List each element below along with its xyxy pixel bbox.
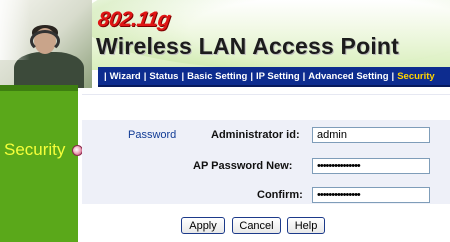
nav-separator: | bbox=[391, 70, 395, 82]
nav-item-ip-setting[interactable]: IP Setting bbox=[256, 71, 300, 82]
nav-item-advanced-setting[interactable]: Advanced Setting bbox=[308, 71, 388, 82]
sidebar-top-edge bbox=[0, 85, 78, 91]
confirm-password-input[interactable] bbox=[312, 187, 430, 203]
header-photo bbox=[0, 0, 92, 88]
nav-item-status[interactable]: Status bbox=[149, 71, 178, 82]
help-button[interactable]: Help bbox=[287, 217, 325, 234]
nav-separator: | bbox=[302, 70, 306, 82]
nav-item-basic-setting[interactable]: Basic Setting bbox=[187, 71, 247, 82]
apply-button[interactable]: Apply bbox=[181, 217, 225, 234]
new-password-input[interactable] bbox=[312, 158, 430, 174]
nav-separator: | bbox=[143, 70, 147, 82]
photo-headset bbox=[30, 30, 60, 52]
top-nav: | Wizard | Status | Basic Setting | IP S… bbox=[98, 67, 450, 87]
nav-separator: | bbox=[104, 70, 107, 82]
model-logo: 802.11g bbox=[96, 8, 172, 31]
admin-id-label: Administrator id: bbox=[211, 129, 300, 141]
confirm-password-label: Confirm: bbox=[257, 189, 303, 201]
sidebar bbox=[0, 85, 78, 242]
section-title: Security bbox=[4, 140, 66, 159]
cancel-button[interactable]: Cancel bbox=[232, 217, 281, 234]
photo-fade bbox=[0, 0, 30, 60]
nav-item-security[interactable]: Security bbox=[397, 71, 435, 82]
product-title: Wireless LAN Access Point bbox=[96, 33, 400, 59]
nav-item-wizard[interactable]: Wizard bbox=[110, 71, 141, 82]
panel-divider bbox=[82, 94, 450, 95]
nav-separator: | bbox=[181, 70, 185, 82]
admin-id-input[interactable] bbox=[312, 127, 430, 143]
nav-separator: | bbox=[250, 70, 253, 82]
password-tab-label: Password bbox=[128, 129, 177, 141]
new-password-label: AP Password New: bbox=[193, 160, 293, 172]
